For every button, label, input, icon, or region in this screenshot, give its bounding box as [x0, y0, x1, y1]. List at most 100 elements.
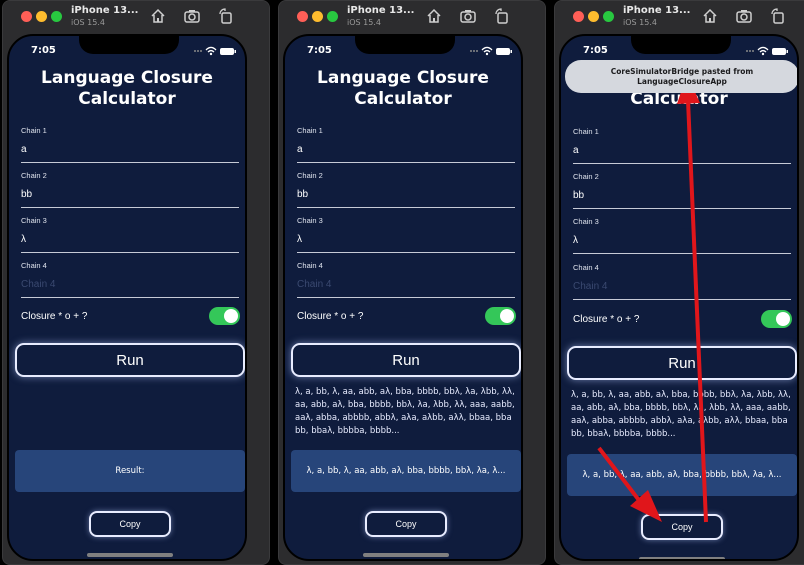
chain-4-input[interactable]: Chain 4 [297, 279, 515, 291]
screenshot-icon[interactable] [459, 7, 477, 25]
status-time: 7:05 [307, 45, 332, 56]
home-icon[interactable] [425, 7, 443, 25]
chain-3-input[interactable]: λ [21, 234, 239, 246]
chain-1-field[interactable]: Chain 1 a [573, 127, 791, 164]
field-underline [21, 207, 239, 208]
app-title: Language Closure Calculator [9, 68, 245, 110]
rotate-icon[interactable] [769, 7, 787, 25]
toggle-knob [776, 312, 790, 326]
toggle-knob [224, 309, 238, 323]
simulator-window-2: iPhone 13... iOS 15.4 7:05 Language Clos… [278, 0, 546, 565]
minimize-window-button[interactable] [312, 11, 323, 22]
result-text: Result: [115, 466, 145, 476]
chain-1-field[interactable]: Chain 1 a [21, 126, 239, 163]
result-box: Result: [15, 450, 245, 492]
chain-2-field[interactable]: Chain 2 bb [21, 171, 239, 208]
simulator-titlebar: iPhone 13... iOS 15.4 [555, 1, 804, 33]
closure-toggle-label: Closure * o + ? [297, 311, 364, 322]
zoom-window-button[interactable] [327, 11, 338, 22]
rotate-icon[interactable] [217, 7, 235, 25]
chain-2-field[interactable]: Chain 2 bb [297, 171, 515, 208]
banner-line-1: CoreSimulatorBridge pasted from [610, 66, 754, 76]
status-time: 7:05 [583, 45, 608, 56]
chain-3-input[interactable]: λ [573, 235, 791, 247]
field-underline [21, 162, 239, 163]
close-window-button[interactable] [21, 11, 32, 22]
zoom-window-button[interactable] [603, 11, 614, 22]
closure-toggle-label: Closure * o + ? [573, 314, 640, 325]
close-window-button[interactable] [297, 11, 308, 22]
device-name: iPhone 13... [71, 5, 139, 16]
run-button[interactable]: Run [567, 346, 797, 380]
chain-3-label: Chain 3 [573, 217, 599, 226]
chain-3-input[interactable]: λ [297, 234, 515, 246]
simulator-titlebar: iPhone 13... iOS 15.4 [279, 1, 545, 33]
home-icon[interactable] [701, 7, 719, 25]
home-indicator [639, 557, 725, 559]
result-text: λ, a, bb, λ, aa, abb, aλ, bba, bbbb, bbλ… [306, 466, 506, 476]
chain-2-input[interactable]: bb [21, 189, 239, 201]
toggle-knob [500, 309, 514, 323]
os-version: iOS 15.4 [71, 18, 105, 27]
home-icon[interactable] [149, 7, 167, 25]
field-underline [297, 162, 515, 163]
simulator-window-1: iPhone 13... iOS 15.4 7:05 Language Clos… [2, 0, 270, 565]
chain-1-input[interactable]: a [573, 145, 791, 157]
result-box: λ, a, bb, λ, aa, abb, aλ, bba, bbbb, bbλ… [567, 454, 797, 496]
chain-2-label: Chain 2 [21, 171, 47, 180]
chain-3-field[interactable]: Chain 3 λ [21, 216, 239, 253]
status-icons [194, 46, 236, 56]
chain-1-label: Chain 1 [297, 126, 323, 135]
app-title-line-1: Language Closure [317, 68, 489, 88]
chain-2-label: Chain 2 [297, 171, 323, 180]
rotate-icon[interactable] [493, 7, 511, 25]
screenshot-icon[interactable] [735, 7, 753, 25]
chain-4-input[interactable]: Chain 4 [21, 279, 239, 291]
field-underline [573, 299, 791, 300]
zoom-window-button[interactable] [51, 11, 62, 22]
app-title-line-1: Language Closure [41, 68, 213, 88]
chain-2-input[interactable]: bb [573, 190, 791, 202]
result-text: λ, a, bb, λ, aa, abb, aλ, bba, bbbb, bbλ… [582, 470, 782, 480]
device-name: iPhone 13... [623, 5, 691, 16]
copy-button[interactable]: Copy [89, 511, 171, 537]
close-window-button[interactable] [573, 11, 584, 22]
field-underline [573, 208, 791, 209]
minimize-window-button[interactable] [36, 11, 47, 22]
minimize-window-button[interactable] [588, 11, 599, 22]
chain-1-input[interactable]: a [21, 144, 239, 156]
field-underline [297, 252, 515, 253]
field-underline [297, 207, 515, 208]
closure-toggle[interactable] [761, 310, 792, 328]
chain-3-field[interactable]: Chain 3 λ [573, 217, 791, 254]
run-button[interactable]: Run [291, 343, 521, 377]
chain-2-input[interactable]: bb [297, 189, 515, 201]
chain-4-field[interactable]: Chain 4 Chain 4 [297, 261, 515, 298]
chain-4-label: Chain 4 [297, 261, 323, 270]
field-underline [21, 252, 239, 253]
chain-4-field[interactable]: Chain 4 Chain 4 [21, 261, 239, 298]
closure-toggle[interactable] [485, 307, 516, 325]
chain-4-field[interactable]: Chain 4 Chain 4 [573, 263, 791, 300]
home-indicator [87, 553, 173, 557]
chain-1-input[interactable]: a [297, 144, 515, 156]
chain-3-field[interactable]: Chain 3 λ [297, 216, 515, 253]
field-underline [573, 253, 791, 254]
copy-button[interactable]: Copy [365, 511, 447, 537]
screenshot-icon[interactable] [183, 7, 201, 25]
notch [79, 36, 179, 54]
chain-4-input[interactable]: Chain 4 [573, 281, 791, 293]
chain-1-label: Chain 1 [21, 126, 47, 135]
closure-toggle[interactable] [209, 307, 240, 325]
chain-1-field[interactable]: Chain 1 a [297, 126, 515, 163]
status-time: 7:05 [31, 45, 56, 56]
field-underline [297, 297, 515, 298]
phone-screen: 7:05 Language Closure Calculator Chain 1… [7, 34, 247, 561]
chain-3-label: Chain 3 [297, 216, 323, 225]
chain-2-field[interactable]: Chain 2 bb [573, 172, 791, 209]
field-underline [573, 163, 791, 164]
copy-button[interactable]: Copy [641, 514, 723, 540]
run-button[interactable]: Run [15, 343, 245, 377]
app-title: Language Closure Calculator [285, 68, 521, 110]
paste-notification-banner[interactable]: CoreSimulatorBridge pasted from Language… [565, 60, 797, 93]
